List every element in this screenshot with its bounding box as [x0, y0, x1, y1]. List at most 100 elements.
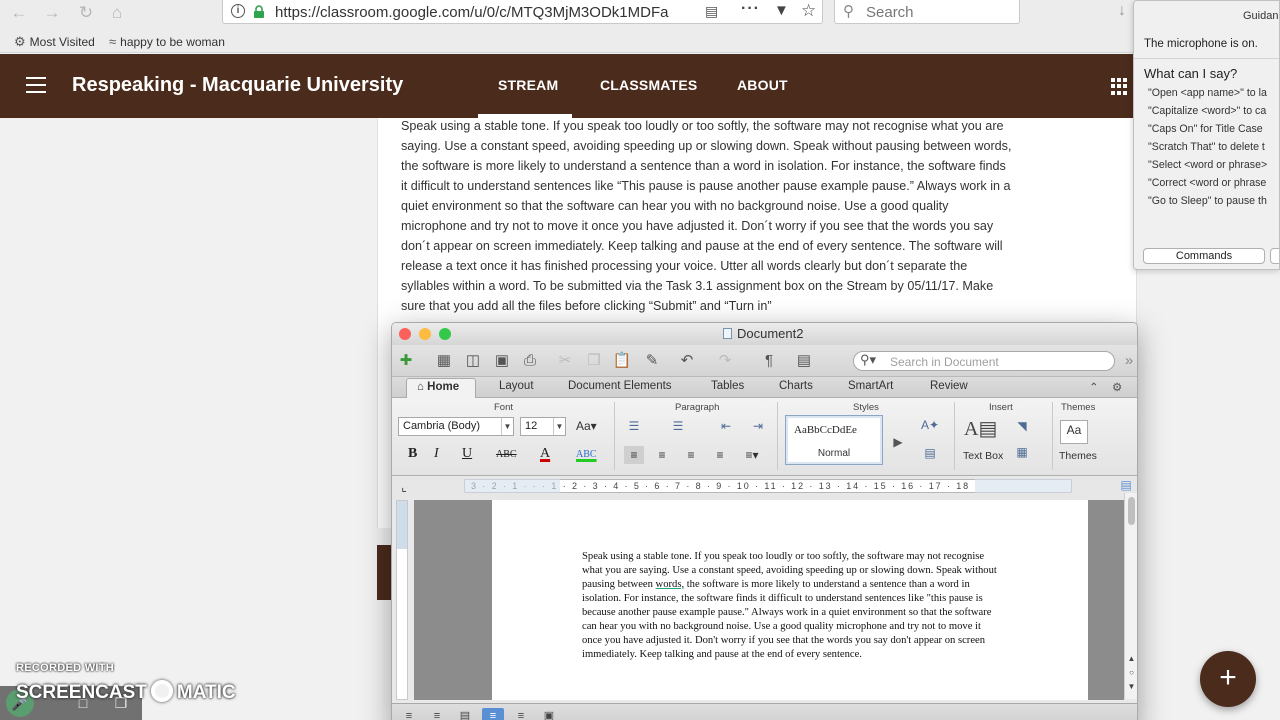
style-normal[interactable]: AaBbCcDdEe Normal: [785, 415, 883, 465]
bookmark-star-icon[interactable]: ☆: [801, 1, 816, 21]
pocket-icon[interactable]: ▼: [774, 2, 789, 19]
ribbon-tab-tables[interactable]: Tables: [711, 380, 744, 392]
open-icon[interactable]: ◫: [463, 351, 483, 371]
ribbon-settings-icon[interactable]: ⚙: [1112, 380, 1122, 394]
publishing-view-icon[interactable]: ▤: [454, 708, 476, 720]
vertical-scrollbar[interactable]: ▲ ○ ▼: [1124, 493, 1137, 699]
format-painter-icon[interactable]: ✎: [642, 351, 662, 371]
document-canvas: Speak using a stable tone. If you speak …: [414, 500, 1124, 700]
view-icon[interactable]: ▤: [794, 351, 814, 371]
collapse-ribbon-icon[interactable]: ⌃: [1089, 380, 1099, 394]
font-name-select[interactable]: Cambria (Body) ▼: [398, 417, 514, 436]
scrollbar-thumb[interactable]: [1128, 497, 1135, 525]
document-body-text[interactable]: Speak using a stable tone. If you speak …: [582, 550, 1002, 662]
browse-object-icon[interactable]: ○: [1126, 667, 1137, 678]
text-styles-icon[interactable]: A✦: [920, 416, 940, 434]
group-divider: [1052, 402, 1053, 470]
underline-button[interactable]: U: [462, 446, 472, 462]
apps-grid-icon[interactable]: [1111, 78, 1128, 95]
info-icon[interactable]: i: [231, 4, 245, 18]
ribbon-tab-smartart[interactable]: SmartArt: [848, 380, 893, 392]
page-actions-icon[interactable]: ···: [741, 0, 760, 18]
vertical-ruler[interactable]: [396, 500, 408, 700]
close-window-icon[interactable]: [399, 328, 411, 340]
font-size-select[interactable]: 12 ▼: [520, 417, 566, 436]
tab-classmates[interactable]: CLASSMATES: [600, 77, 697, 93]
themes-icon[interactable]: Aa: [1060, 420, 1088, 444]
ribbon-tab-document-elements[interactable]: Document Elements: [568, 380, 672, 392]
add-post-button[interactable]: +: [1200, 651, 1256, 707]
pilcrow-icon[interactable]: ¶: [759, 351, 779, 371]
align-left-icon[interactable]: ≡: [624, 446, 644, 464]
class-title[interactable]: Respeaking - Macquarie University: [72, 74, 403, 97]
bullets-icon[interactable]: ☰: [624, 417, 644, 435]
bookmark-happy-to-be-woman[interactable]: ≈ happy to be woman: [109, 34, 225, 49]
url-text[interactable]: https://classroom.google.com/u/0/c/MTQ3M…: [275, 4, 668, 21]
line-spacing-icon[interactable]: ≡▾: [742, 446, 762, 464]
italic-button[interactable]: I: [434, 446, 439, 462]
back-arrow-icon[interactable]: ←: [7, 2, 31, 24]
styles-pane-icon[interactable]: ▤: [920, 444, 940, 462]
text-box-label[interactable]: Text Box: [963, 450, 1003, 462]
focus-view-icon[interactable]: ▣: [538, 708, 560, 720]
forward-arrow-icon[interactable]: →: [40, 2, 64, 24]
url-bar[interactable]: i https://classroom.google.com/u/0/c/MTQ…: [222, 0, 823, 24]
notebook-view-icon[interactable]: ≡: [510, 708, 532, 720]
align-right-icon[interactable]: ≡: [681, 446, 701, 464]
command-item: "Go to Sleep" to pause th: [1148, 195, 1267, 207]
commands-button[interactable]: Commands: [1143, 248, 1265, 264]
toolbar-overflow-icon[interactable]: »: [1119, 351, 1137, 371]
ruler-toggle-icon[interactable]: ▤: [1116, 476, 1136, 494]
group-divider: [777, 402, 778, 470]
tab-stream[interactable]: STREAM: [498, 77, 558, 93]
draft-view-icon[interactable]: ≡: [398, 708, 420, 720]
reader-view-icon[interactable]: ▤: [705, 3, 718, 20]
dictation-secondary-button[interactable]: [1270, 248, 1279, 264]
themes-label[interactable]: Themes: [1059, 450, 1097, 462]
previous-page-icon[interactable]: ▲: [1126, 653, 1137, 664]
picture-icon[interactable]: ▦: [1012, 443, 1032, 461]
menu-icon[interactable]: [26, 77, 46, 93]
next-page-icon[interactable]: ▼: [1126, 681, 1137, 692]
tab-about[interactable]: ABOUT: [737, 77, 788, 93]
change-case-icon[interactable]: Aa▾: [576, 417, 597, 435]
ribbon-tab-layout[interactable]: Layout: [499, 380, 534, 392]
print-layout-view-icon[interactable]: ≡: [482, 708, 504, 720]
document-search-input[interactable]: ⚲▾ Search in Document: [853, 351, 1115, 371]
decrease-indent-icon[interactable]: ⇤: [716, 417, 736, 435]
strikethrough-button[interactable]: ABC: [496, 449, 517, 460]
zoom-window-icon[interactable]: [439, 328, 451, 340]
reload-icon[interactable]: ↻: [74, 2, 98, 24]
ribbon-tab-home[interactable]: ⌂ Home: [406, 378, 476, 398]
bookmark-most-visited[interactable]: ⚙ Most Visited: [14, 34, 95, 50]
new-document-icon[interactable]: ✚: [396, 351, 416, 371]
redo-icon[interactable]: ↷: [715, 351, 735, 371]
save-icon[interactable]: ▣: [492, 351, 512, 371]
bold-button[interactable]: B: [408, 446, 417, 462]
document-page[interactable]: Speak using a stable tone. If you speak …: [492, 500, 1088, 700]
align-center-icon[interactable]: ≡: [652, 446, 672, 464]
downloads-icon[interactable]: ↓: [1118, 2, 1126, 20]
undo-icon[interactable]: ↶: [677, 351, 697, 371]
home-icon[interactable]: ⌂: [105, 2, 129, 24]
ribbon-tab-charts[interactable]: Charts: [779, 380, 813, 392]
divider: [1134, 58, 1279, 59]
cut-icon[interactable]: ✂: [555, 351, 575, 371]
styles-gallery-arrow-icon[interactable]: ▶: [888, 433, 908, 451]
browser-search-input[interactable]: ⚲ Search: [834, 0, 1020, 24]
font-color-button[interactable]: A: [540, 446, 550, 462]
justify-icon[interactable]: ≡: [710, 446, 730, 464]
tab-selector-icon[interactable]: ⌞: [394, 478, 414, 496]
print-icon[interactable]: ⎙: [520, 351, 540, 371]
copy-icon[interactable]: ❐: [584, 351, 604, 371]
increase-indent-icon[interactable]: ⇥: [748, 417, 768, 435]
highlight-button[interactable]: ABC: [576, 449, 597, 460]
outline-view-icon[interactable]: ≡: [426, 708, 448, 720]
text-box-icon[interactable]: A▤: [964, 419, 997, 446]
ribbon-tab-review[interactable]: Review: [930, 380, 968, 392]
shape-icon[interactable]: ◥: [1012, 417, 1032, 435]
numbering-icon[interactable]: ☰: [668, 417, 688, 435]
templates-icon[interactable]: ▦: [434, 351, 454, 371]
paste-icon[interactable]: 📋: [612, 351, 632, 371]
minimize-window-icon[interactable]: [419, 328, 431, 340]
